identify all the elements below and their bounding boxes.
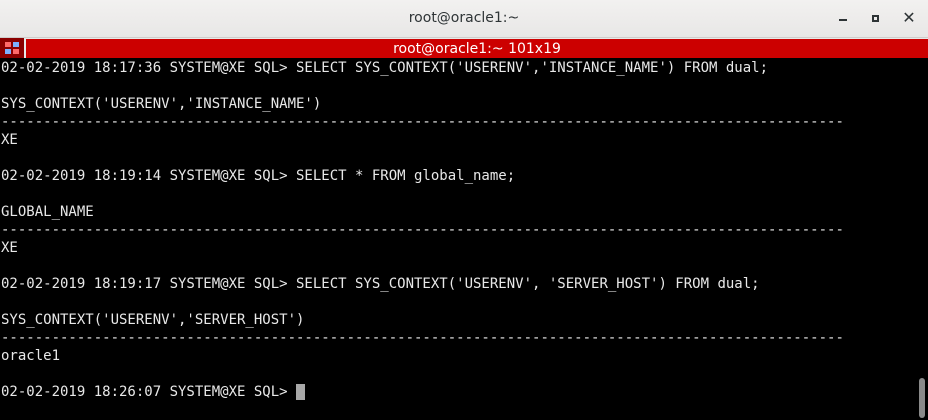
close-icon: ✕ — [902, 8, 916, 27]
terminal-prompt: 02-02-2019 18:26:07 SYSTEM@XE SQL> — [1, 384, 297, 400]
maximize-icon — [871, 14, 879, 22]
minimize-button[interactable] — [833, 8, 853, 28]
terminal-line: 02-02-2019 18:19:14 SYSTEM@XE SQL> SELEC… — [1, 168, 516, 184]
minimize-icon — [839, 19, 847, 21]
terminal-menu-button[interactable] — [0, 38, 24, 58]
terminal-prompt-line[interactable]: 02-02-2019 18:26:07 SYSTEM@XE SQL> — [1, 383, 306, 401]
terminal-line: 02-02-2019 18:19:17 SYSTEM@XE SQL> SELEC… — [1, 276, 760, 292]
terminal-line: SYS_CONTEXT('USERENV','INSTANCE_NAME') — [1, 96, 322, 112]
window-title: root@oracle1:~ — [408, 10, 520, 26]
terminal-tab-title[interactable]: root@oracle1:~ 101x19 — [24, 38, 928, 58]
terminal-scrollbar[interactable] — [916, 58, 928, 420]
text-cursor — [296, 384, 306, 400]
close-button[interactable]: ✕ — [899, 8, 919, 28]
terminal-line: ----------------------------------------… — [1, 222, 844, 238]
scrollbar-thumb[interactable] — [919, 378, 925, 418]
terminal-menu-icon — [5, 42, 19, 54]
terminal-line: GLOBAL_NAME — [1, 204, 94, 220]
window-titlebar[interactable]: root@oracle1:~ ✕ — [0, 0, 928, 38]
terminal-line: XE — [1, 240, 18, 256]
terminal-line: SYS_CONTEXT('USERENV','SERVER_HOST') — [1, 312, 305, 328]
terminal-line: ----------------------------------------… — [1, 330, 844, 346]
terminal-line: 02-02-2019 18:17:36 SYSTEM@XE SQL> SELEC… — [1, 60, 769, 76]
terminal-line: XE — [1, 132, 18, 148]
terminal-line: ----------------------------------------… — [1, 114, 844, 130]
terminal-line: oracle1 — [1, 348, 61, 364]
maximize-button[interactable] — [865, 8, 885, 28]
terminal-tab-bar: root@oracle1:~ 101x19 — [0, 38, 928, 58]
terminal-window: root@oracle1:~ ✕ root@oracle1:~ 101x19 0… — [0, 0, 928, 420]
terminal-output[interactable]: 02-02-2019 18:17:36 SYSTEM@XE SQL> SELEC… — [0, 58, 916, 420]
